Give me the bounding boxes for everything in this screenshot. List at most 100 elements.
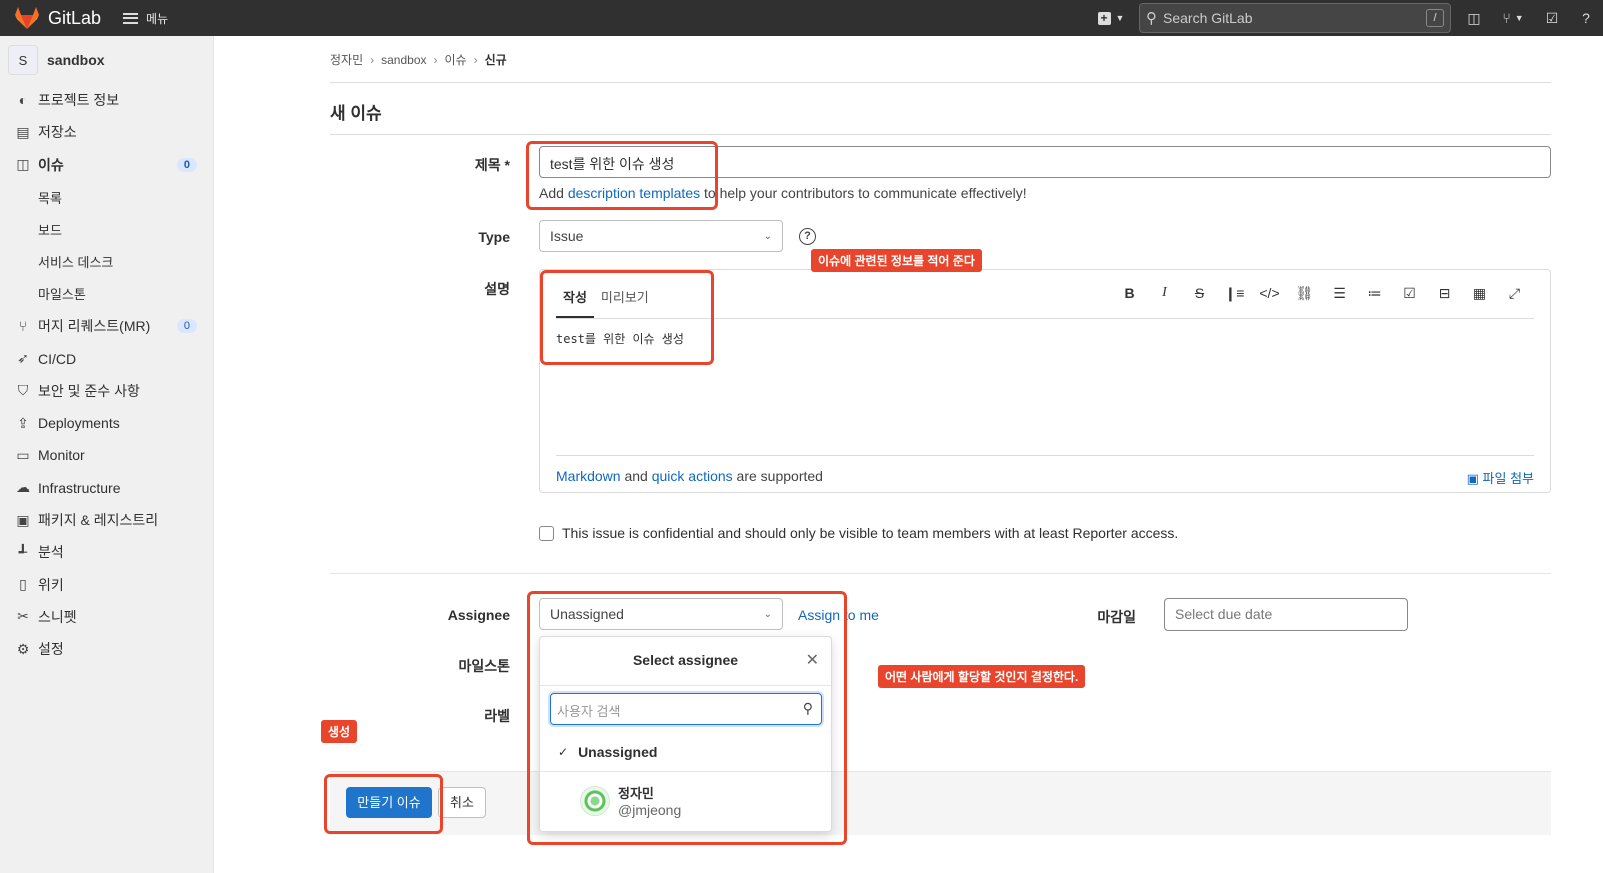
project-sidebar: S sandbox ◐ 프로젝트 정보 ▤ 저장소 ◫ 이슈 0 목록 보드 서비스 데… — [0, 36, 214, 873]
issues-shortcut-button[interactable]: ◫ — [1457, 0, 1491, 36]
page-title: 새 이슈 — [330, 104, 382, 123]
shield-icon: ⛉ — [17, 382, 29, 399]
type-select[interactable]: Issue ⌄ — [539, 220, 783, 252]
annotation-assignee-note: 어떤 사람에게 할당할 것인지 결정한다. — [878, 665, 1086, 688]
search-input[interactable]: Search GitLab — [1163, 10, 1426, 26]
breadcrumb-user[interactable]: 정자민 — [330, 51, 363, 68]
menu-button[interactable]: 메뉴 — [123, 10, 168, 27]
sidebar-item-label: 보안 및 준수 사항 — [38, 382, 140, 399]
sidebar-item-infrastructure[interactable]: ☁ Infrastructure — [0, 472, 213, 504]
italic-icon[interactable]: I — [1147, 285, 1182, 302]
sidebar-item-security[interactable]: ⛉ 보안 및 준수 사항 — [0, 375, 213, 407]
strikethrough-icon[interactable]: S — [1182, 285, 1217, 302]
fullscreen-icon[interactable]: ⤢ — [1497, 285, 1532, 302]
breadcrumb-separator: › — [433, 52, 438, 67]
sidebar-item-label: 마일스톤 — [38, 287, 86, 303]
breadcrumb-project[interactable]: sandbox — [381, 53, 426, 67]
sidebar-item-analytics[interactable]: ┹ 분석 — [0, 536, 213, 568]
breadcrumb-issues[interactable]: 이슈 — [445, 51, 467, 68]
and-text: and — [620, 468, 652, 484]
task-list-icon[interactable]: ☑ — [1392, 285, 1427, 302]
divider — [556, 455, 1534, 456]
sidebar-item-label: 보드 — [38, 222, 62, 238]
due-date-input[interactable]: Select due date — [1164, 598, 1408, 631]
code-icon[interactable]: </> — [1252, 285, 1287, 302]
sidebar-item-label: Infrastructure — [38, 479, 121, 496]
sidebar-item-repository[interactable]: ▤ 저장소 — [0, 116, 213, 148]
sidebar-item-label: 위키 — [38, 576, 64, 593]
divider — [330, 134, 1551, 135]
merge-request-icon: ⑂ — [1502, 10, 1511, 26]
top-navbar: GitLab 메뉴 + ▼ ⚲ Search GitLab / ◫ ⑂ ▼ ☑ … — [0, 0, 1603, 36]
title-label: 제목 * — [474, 157, 510, 173]
bullet-list-icon[interactable]: ☰ — [1322, 285, 1357, 302]
new-dropdown-button[interactable]: + ▼ — [1089, 0, 1133, 36]
chart-icon: ┹ — [18, 543, 28, 560]
sidebar-item-label: 목록 — [38, 190, 62, 206]
search-bar[interactable]: ⚲ Search GitLab / — [1139, 3, 1451, 33]
sidebar-item-label: 프로젝트 정보 — [38, 92, 120, 109]
sidebar-item-merge-requests[interactable]: ⑂ 머지 리퀘스트(MR) 0 — [0, 310, 213, 342]
sidebar-item-label: 저장소 — [38, 124, 77, 141]
cancel-button[interactable]: 취소 — [438, 787, 486, 818]
supported-text: are supported — [732, 468, 823, 484]
merge-request-icon: ⑂ — [18, 318, 28, 335]
divider — [330, 573, 1551, 574]
sidebar-item-milestones[interactable]: 마일스톤 — [0, 278, 213, 310]
markdown-link[interactable]: Markdown — [556, 468, 621, 484]
breadcrumb-current: 신규 — [484, 53, 507, 67]
sidebar-nav: ◐ 프로젝트 정보 ▤ 저장소 ◫ 이슈 0 목록 보드 서비스 데스크 마일스톤 ⑂ 머… — [0, 84, 213, 665]
annotation-create-note: 생성 — [321, 720, 358, 743]
brand-name: GitLab — [48, 7, 102, 28]
sidebar-item-wiki[interactable]: ▯ 위키 — [0, 568, 213, 600]
table-icon[interactable]: ▦ — [1462, 285, 1497, 302]
sidebar-item-label: CI/CD — [38, 350, 77, 367]
todo-check-icon: ☑ — [1545, 9, 1559, 26]
due-date-label: 마감일 — [1097, 609, 1136, 625]
annotation-box-assignee — [527, 591, 847, 845]
package-icon: ▣ — [16, 511, 30, 528]
sidebar-item-label: 머지 리퀘스트(MR) — [38, 318, 151, 335]
sidebar-item-label: 분석 — [38, 544, 64, 561]
todos-button[interactable]: ☑ — [1535, 0, 1569, 36]
quick-actions-link[interactable]: quick actions — [652, 468, 733, 484]
labels-label: 라벨 — [484, 708, 510, 724]
bold-icon[interactable]: B — [1112, 285, 1147, 302]
help-suffix: to help your contributors to communicate… — [700, 185, 1027, 201]
sidebar-item-label: 설정 — [38, 641, 64, 658]
sidebar-item-monitor[interactable]: ▭ Monitor — [0, 439, 213, 471]
deploy-icon: ⇪ — [17, 414, 29, 431]
sidebar-item-issues[interactable]: ◫ 이슈 0 — [0, 149, 213, 181]
confidential-label: This issue is confidential and should on… — [562, 525, 1179, 541]
sidebar-item-issue-list[interactable]: 목록 — [0, 181, 213, 213]
sidebar-item-service-desk[interactable]: 서비스 데스크 — [0, 245, 213, 277]
sidebar-item-deployments[interactable]: ⇪ Deployments — [0, 407, 213, 439]
sidebar-project-header[interactable]: S sandbox — [0, 36, 213, 84]
sidebar-item-label: 패키지 & 레지스트리 — [38, 512, 159, 528]
attach-file-button[interactable]: ▣ 파일 첨부 — [1467, 468, 1534, 487]
divider — [330, 82, 1551, 83]
merge-requests-shortcut-button[interactable]: ⑂ ▼ — [1491, 0, 1535, 36]
type-value: Issue — [550, 228, 584, 244]
help-button[interactable]: ? — [1569, 0, 1603, 36]
quote-icon[interactable]: ❙≡ — [1217, 285, 1252, 302]
numbered-list-icon[interactable]: ≔ — [1357, 285, 1392, 302]
markdown-toolbar: B I S ❙≡ </> ⛓ ☰ ≔ ☑ ⊟ ▦ ⤢ — [1112, 285, 1532, 302]
collapsible-icon[interactable]: ⊟ — [1427, 285, 1462, 302]
sidebar-item-cicd[interactable]: ➶ CI/CD — [0, 342, 213, 374]
type-label: Type — [478, 229, 510, 245]
book-icon: ▯ — [19, 576, 27, 593]
confidential-checkbox[interactable] — [539, 525, 554, 541]
gitlab-logo[interactable]: GitLab — [14, 6, 101, 30]
question-circle-icon[interactable]: ? — [799, 228, 816, 245]
monitor-icon: ▭ — [16, 446, 30, 463]
sidebar-item-settings[interactable]: ⚙ 설정 — [0, 633, 213, 665]
sidebar-item-snippets[interactable]: ✂ 스니펫 — [0, 601, 213, 633]
issues-icon: ◫ — [1467, 9, 1481, 26]
sidebar-item-boards[interactable]: 보드 — [0, 213, 213, 245]
link-icon[interactable]: ⛓ — [1287, 285, 1322, 302]
sidebar-item-project-info[interactable]: ◐ 프로젝트 정보 — [0, 84, 213, 116]
plus-square-icon: + — [1097, 11, 1111, 25]
sidebar-item-label: Deployments — [38, 415, 120, 432]
sidebar-item-packages[interactable]: ▣ 패키지 & 레지스트리 — [0, 504, 213, 536]
